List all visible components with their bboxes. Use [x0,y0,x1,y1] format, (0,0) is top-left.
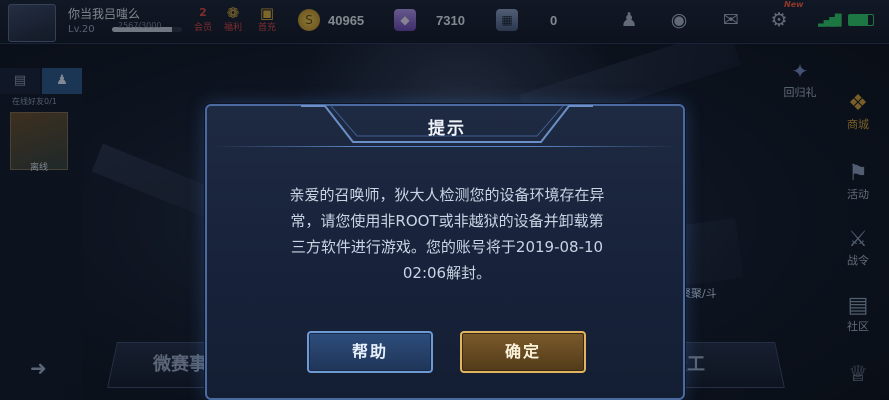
dialog-message-line: 02:06解封。 [402,264,492,282]
confirm-button[interactable]: 确定 [460,331,586,373]
help-button[interactable]: 帮助 [307,331,433,373]
dialog-message: 亲爱的召唤师，狄大人检测您的设备环境存在异 常，请您使用非ROOT或非越狱的设备… [237,182,657,286]
alert-dialog: 提示 亲爱的召唤师，狄大人检测您的设备环境存在异 常，请您使用非ROOT或非越狱… [205,104,685,400]
dialog-header: 提示 [301,104,593,148]
dialog-title: 提示 [428,119,466,139]
dialog-message-line: 亲爱的召唤师，狄大人检测您的设备环境存在异 [289,186,605,204]
dialog-message-line: 常，请您使用非ROOT或非越狱的设备并卸载第 [290,212,604,230]
dialog-message-line: 三方软件进行游戏。您的账号将于2019-08-10 [290,238,604,256]
